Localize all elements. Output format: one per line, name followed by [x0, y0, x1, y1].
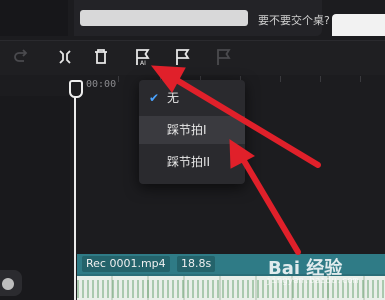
blurred-title [80, 10, 248, 26]
menu-item-beat-2[interactable]: 踩节拍II [139, 148, 245, 176]
notification-text: 要不要交个桌? [258, 14, 330, 27]
split-icon[interactable] [55, 47, 75, 67]
right-card [332, 14, 385, 36]
clip-name: Rec 0001.mp4 [82, 256, 170, 272]
ruler-tick [320, 76, 321, 82]
arrow-to-menu-item [237, 151, 301, 255]
svg-text:AI: AI [140, 60, 146, 67]
redo-icon[interactable] [12, 47, 32, 67]
ruler-tick [360, 76, 361, 82]
menu-item-label: 踩节拍II [167, 155, 211, 169]
marker-disabled-icon[interactable] [213, 47, 233, 67]
speaker-icon [2, 278, 14, 290]
top-left-panel [0, 0, 68, 36]
watermark-url: jingyan.baidu.com [266, 276, 359, 286]
ruler-tick [118, 76, 119, 82]
delete-icon[interactable] [91, 47, 111, 67]
playhead-handle[interactable] [69, 80, 83, 98]
menu-item-label: 踩节拍I [167, 123, 207, 137]
clip-duration: 18.8s [177, 256, 216, 272]
menu-item-beat-1[interactable]: 踩节拍I [139, 116, 245, 144]
check-icon: ✔ [149, 91, 160, 105]
beat-marker-icon[interactable] [172, 47, 192, 67]
ruler-time-label: 00:00 [86, 79, 117, 90]
auto-beat-marker-icon[interactable]: AI [133, 47, 153, 67]
menu-item-none[interactable]: ✔ 无 [139, 84, 245, 112]
ruler-tick [280, 76, 281, 82]
playhead-line[interactable] [74, 92, 76, 300]
menu-item-label: 无 [167, 91, 180, 105]
